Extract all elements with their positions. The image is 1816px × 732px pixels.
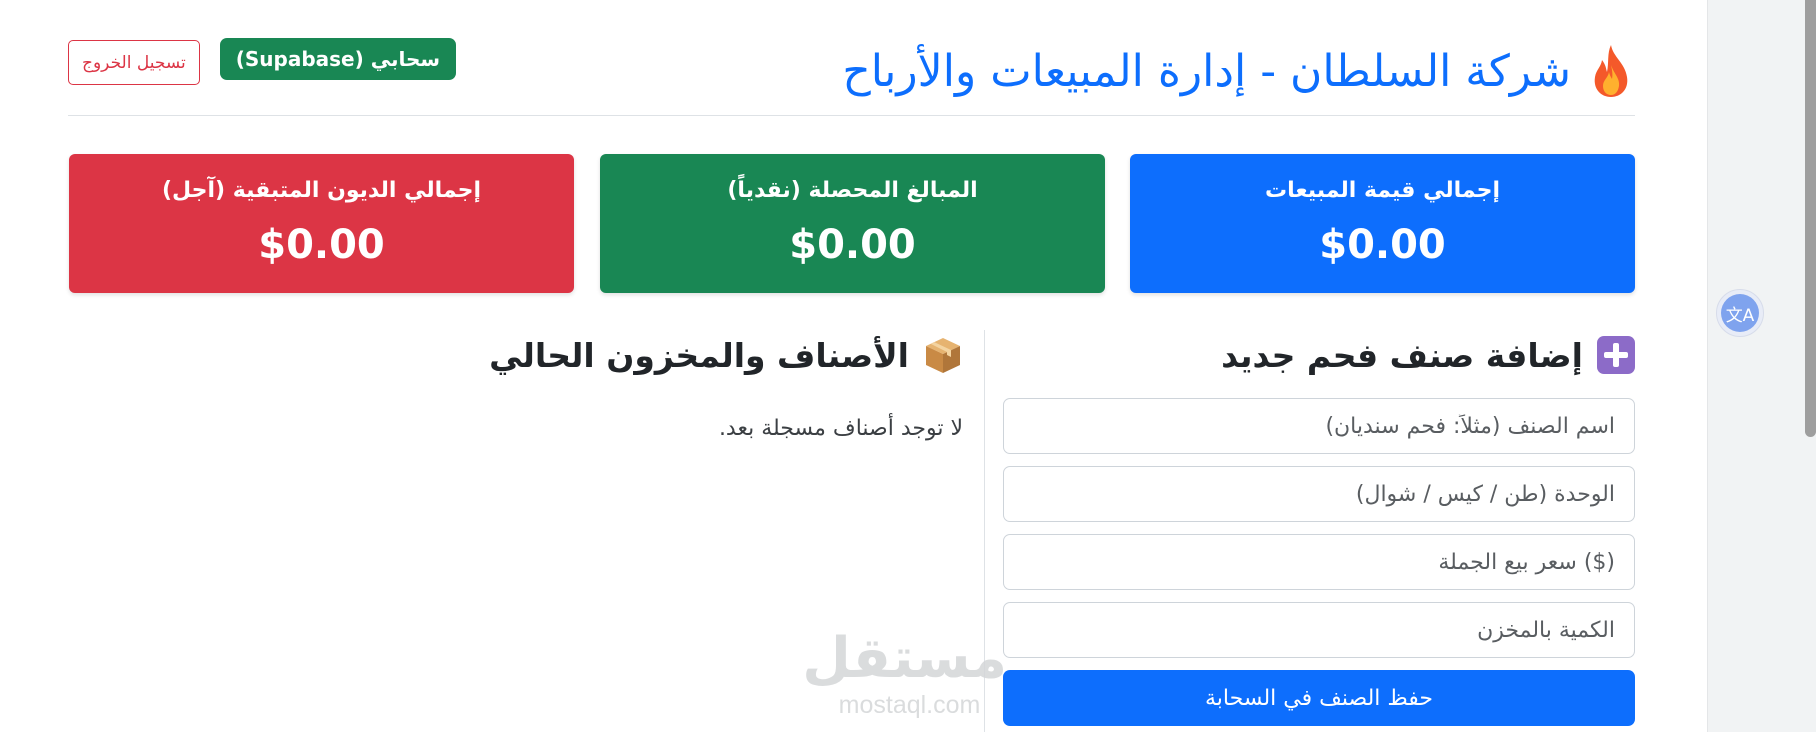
watermark-latin: mostaql.com <box>838 691 981 719</box>
page-title: شركة السلطان - إدارة المبيعات والأرباح <box>842 36 1635 106</box>
page-title-text: شركة السلطان - إدارة المبيعات والأرباح <box>842 45 1571 97</box>
wholesale-price-input[interactable] <box>1003 534 1635 590</box>
total-sales-card: إجمالي قيمة المبيعات $0.00 <box>1130 154 1635 293</box>
collected-amount-label: المبالغ المحصلة (نقدياً) <box>727 178 978 203</box>
inventory-empty-message: لا توجد أصناف مسجلة بعد. <box>718 416 963 441</box>
remaining-debts-value: $0.00 <box>258 222 385 268</box>
plus-icon <box>1597 336 1635 374</box>
stock-quantity-input[interactable] <box>1003 602 1635 658</box>
app-header: شركة السلطان - إدارة المبيعات والأرباح ت… <box>68 30 1635 116</box>
collected-amount-card: المبالغ المحصلة (نقدياً) $0.00 <box>600 154 1105 293</box>
save-item-button[interactable]: حفظ الصنف في السحابة <box>1003 670 1635 726</box>
total-sales-value: $0.00 <box>1319 222 1446 268</box>
logout-button[interactable]: تسجيل الخروج <box>68 40 200 85</box>
inventory-title-text: الأصناف والمخزون الحالي <box>489 335 909 375</box>
item-unit-input[interactable] <box>1003 466 1635 522</box>
fire-icon <box>1594 45 1628 97</box>
remaining-debts-label: إجمالي الديون المتبقية (آجل) <box>161 178 482 203</box>
inventory-title: الأصناف والمخزون الحالي <box>363 330 963 380</box>
cloud-status-badge: سحابي (Supabase) <box>219 37 457 80</box>
add-item-section: إضافة صنف فحم جديد حفظ الصنف في السحابة <box>1003 330 1635 732</box>
scrollbar-thumb[interactable] <box>1805 0 1816 437</box>
header-actions: تسجيل الخروج سحابي (Supabase) <box>68 37 457 85</box>
add-item-title-text: إضافة صنف فحم جديد <box>1221 335 1583 375</box>
side-gutter <box>1707 0 1816 732</box>
main-container: شركة السلطان - إدارة المبيعات والأرباح ت… <box>68 0 1635 732</box>
collected-amount-value: $0.00 <box>789 222 916 268</box>
translate-icon: 文A <box>1721 294 1759 332</box>
box-icon <box>926 338 960 373</box>
remaining-debts-card: إجمالي الديون المتبقية (آجل) $0.00 <box>69 154 574 293</box>
watermark-arabic: مستقل <box>802 626 1007 691</box>
translate-button[interactable]: 文A <box>1716 289 1764 337</box>
total-sales-label: إجمالي قيمة المبيعات <box>1264 178 1501 203</box>
add-item-title: إضافة صنف فحم جديد <box>1003 330 1635 380</box>
page: شركة السلطان - إدارة المبيعات والأرباح ت… <box>0 0 1816 732</box>
item-name-input[interactable] <box>1003 398 1635 454</box>
mostaql-watermark: مستقل mostaql.com <box>802 626 1007 728</box>
